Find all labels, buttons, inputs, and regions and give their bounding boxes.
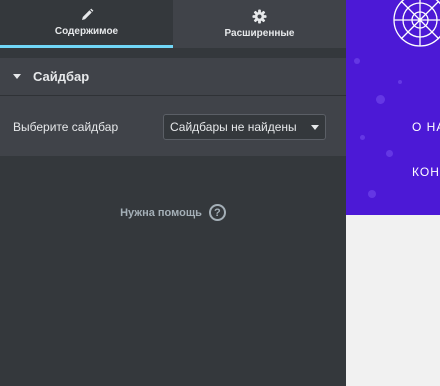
pencil-icon [80, 8, 94, 22]
bubble-decoration [376, 95, 385, 104]
help-link[interactable]: Нужна помощь ? [0, 204, 346, 221]
section-title: Сайдбар [33, 69, 90, 84]
tab-advanced[interactable]: Расширенные [173, 0, 346, 48]
bubble-decoration [368, 190, 376, 198]
caret-down-icon [13, 74, 21, 79]
sidebar-section-header[interactable]: Сайдбар [0, 58, 346, 96]
dreamcatcher-logo-icon [392, 0, 440, 61]
hero-banner: О НА КОН [346, 0, 440, 215]
sidebar-select-label: Выберите сайдбар [13, 120, 119, 134]
bubble-decoration [360, 135, 365, 140]
tab-content-label: Содержимое [54, 26, 119, 37]
bubble-decoration [386, 150, 393, 157]
bubble-decoration [398, 80, 402, 84]
sidebar-section: Сайдбар Выберите сайдбар Сайдбары не най… [0, 58, 346, 156]
panel-tabs: Содержимое Расширенные [0, 0, 346, 48]
sidebar-select[interactable]: Сайдбары не найдены [163, 114, 326, 140]
help-label: Нужна помощь [120, 206, 202, 219]
hero-text-line-1: О НА [412, 120, 440, 134]
question-circle-icon: ? [208, 204, 226, 221]
page-preview: О НА КОН [346, 0, 440, 386]
hero-text-line-2: КОН [412, 165, 440, 179]
sidebar-select-value: Сайдбары не найдены [170, 120, 297, 134]
dropdown-arrow-icon [311, 125, 319, 130]
editor-panel: Содержимое Расширенные Сайдбар Выберите … [0, 0, 346, 386]
tab-advanced-label: Расширенные [224, 28, 295, 39]
bubble-decoration [354, 58, 360, 64]
tab-content[interactable]: Содержимое [0, 0, 173, 48]
gear-icon [252, 9, 267, 24]
